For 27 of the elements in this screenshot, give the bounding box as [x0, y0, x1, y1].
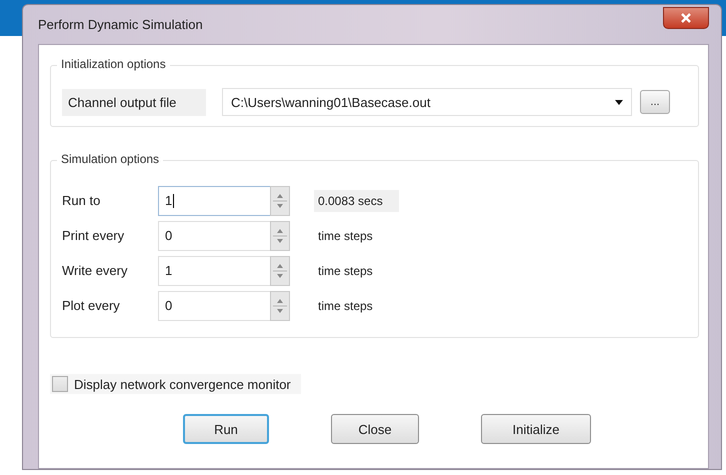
group-title: Initialization options: [57, 57, 170, 71]
spinner-icon[interactable]: [270, 290, 290, 320]
dialog-button[interactable]: Initialize: [481, 414, 591, 444]
unit-label: time steps: [317, 262, 374, 280]
number-field[interactable]: 1: [158, 186, 270, 216]
dialog-button[interactable]: Close: [331, 414, 419, 444]
field-label: Write every: [62, 263, 128, 278]
convergence-checkbox[interactable]: Display network convergence monitor: [50, 374, 301, 394]
dialog-button[interactable]: Run: [183, 414, 269, 444]
close-button[interactable]: [663, 6, 709, 28]
dropdown-icon: [615, 100, 623, 104]
spinner-icon[interactable]: [270, 256, 290, 286]
file-combobox[interactable]: C:\Users\wanning01\Basecase.out: [222, 88, 632, 116]
unit-label: time steps: [317, 228, 374, 244]
checkbox[interactable]: [52, 376, 68, 392]
browse-button[interactable]: ...: [640, 90, 670, 114]
field-label: Plot every: [62, 298, 121, 313]
unit-label: 0.0083 secs: [314, 190, 399, 212]
field-label: Channel output file: [62, 88, 206, 116]
group-title: Simulation options: [57, 152, 164, 166]
spinner-icon[interactable]: [270, 186, 290, 216]
close-icon: [680, 12, 692, 22]
unit-label: time steps: [317, 298, 374, 314]
spinner-icon[interactable]: [270, 220, 290, 250]
window-title: Perform Dynamic Simulation: [38, 17, 203, 32]
field-label: Run to: [62, 193, 102, 208]
field-label: Print every: [62, 228, 126, 243]
